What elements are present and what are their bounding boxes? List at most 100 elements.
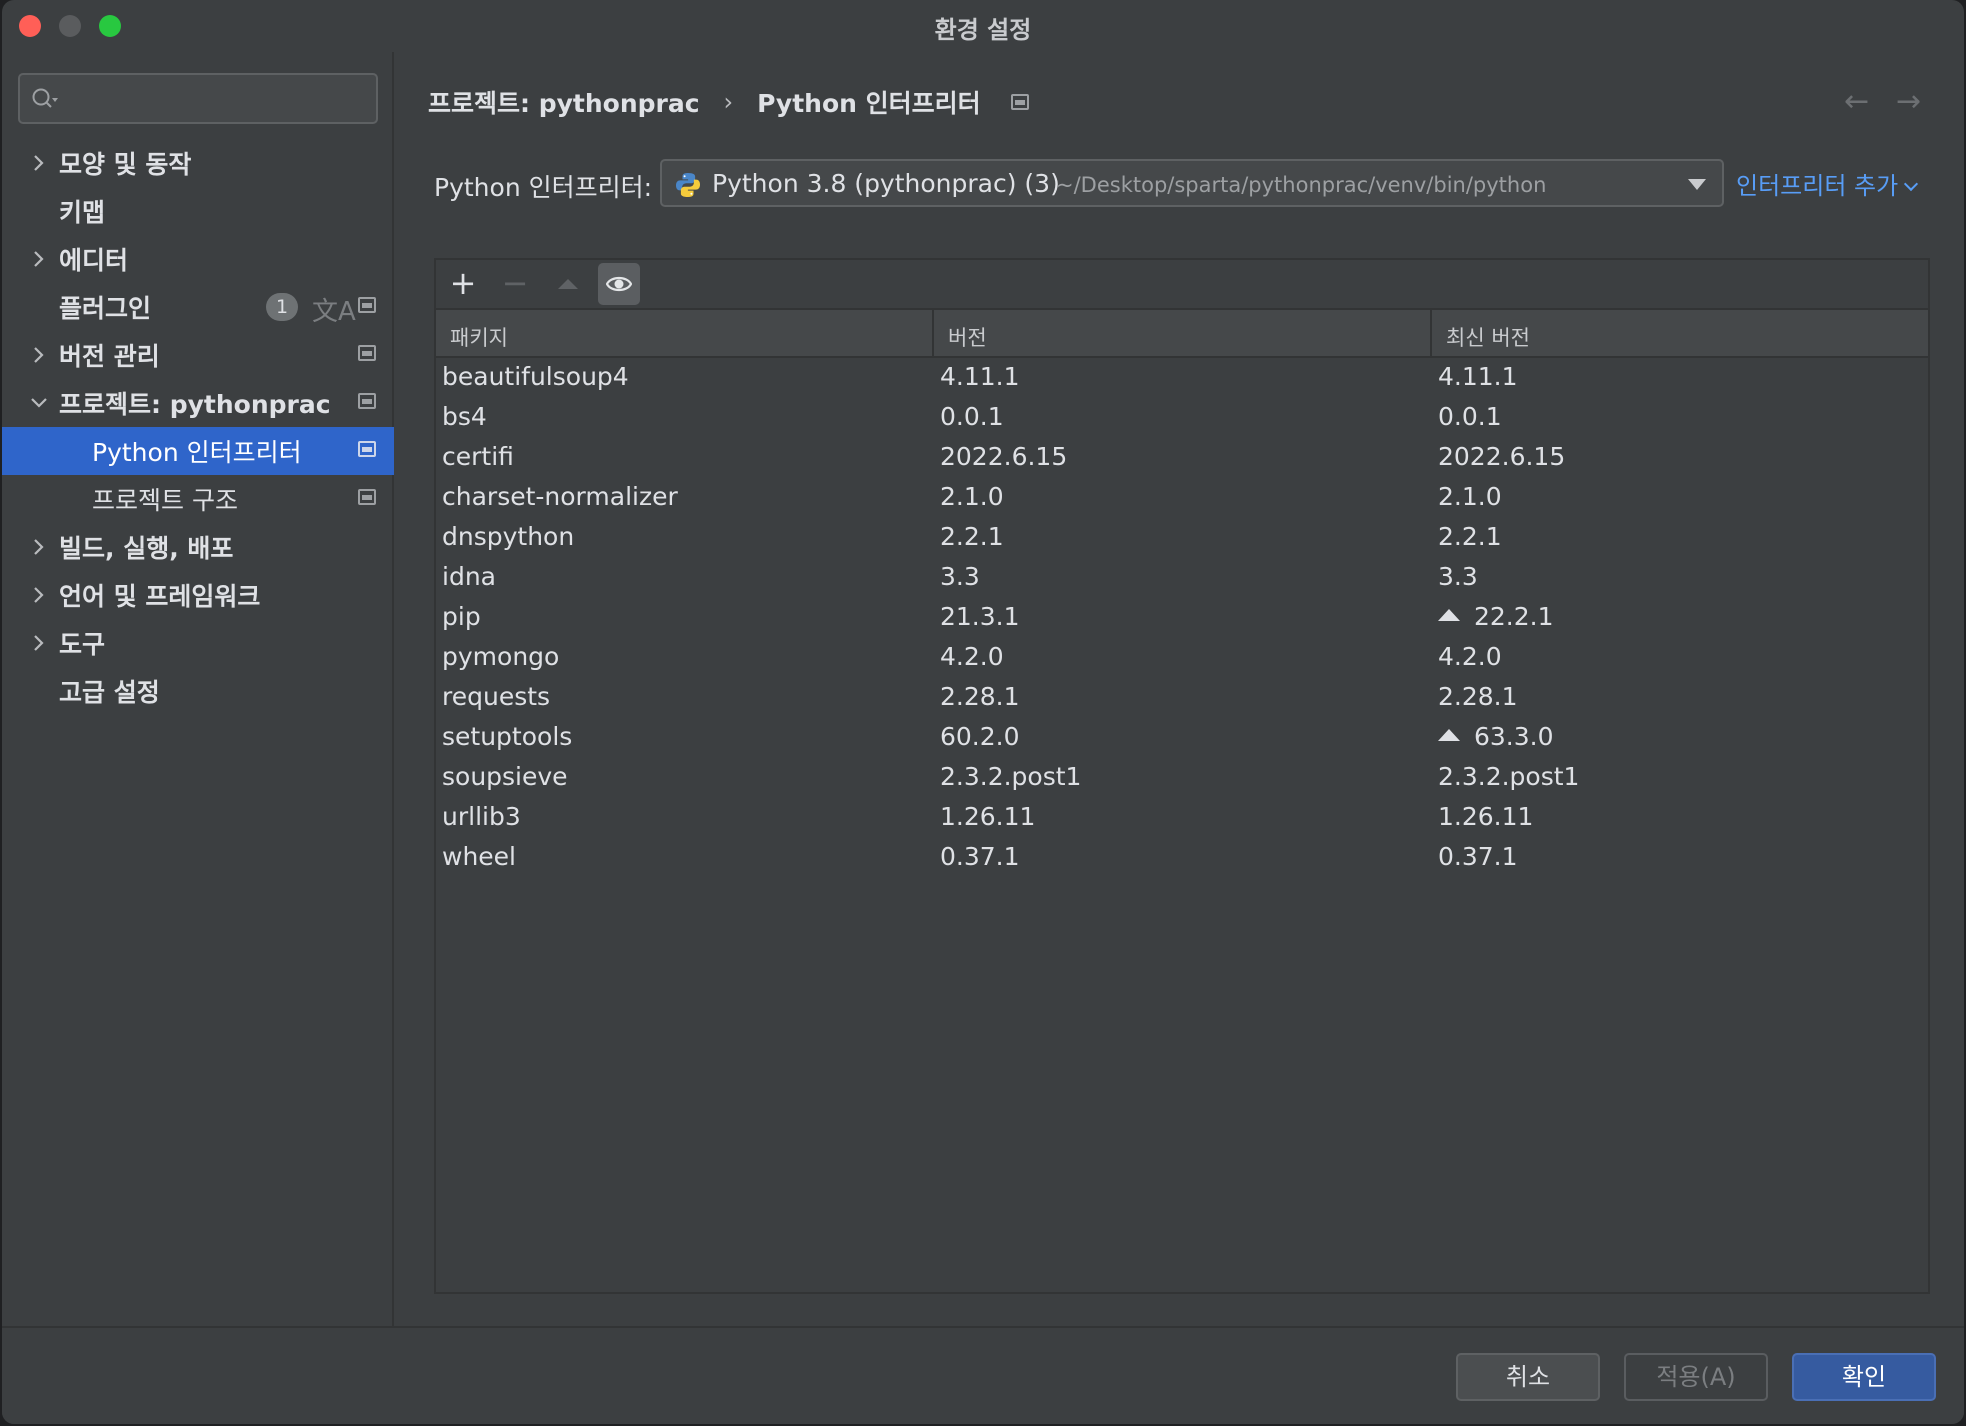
package-version-cell: 0.0.1 — [940, 402, 1004, 431]
package-version-cell-text: 0.37.1 — [940, 842, 1020, 871]
package-name-cell-text: charset-normalizer — [442, 482, 678, 511]
sidebar-item-editor[interactable]: 에디터 — [2, 235, 394, 283]
package-version-cell: 4.11.1 — [940, 362, 1020, 391]
sidebar-item-languages[interactable]: 언어 및 프레임워크 — [2, 571, 394, 619]
sidebar-item-build[interactable]: 빌드, 실행, 배포 — [2, 523, 394, 571]
package-version-cell: 2022.6.15 — [940, 442, 1067, 471]
chevron-down-icon — [31, 398, 47, 408]
project-settings-icon — [358, 441, 376, 457]
table-row[interactable]: charset-normalizer 2.1.0 2.1.0 — [436, 478, 1928, 518]
package-version-cell-text: 4.2.0 — [940, 642, 1004, 671]
package-latest-cell: 63.3.0 — [1438, 722, 1554, 751]
package-name-cell: urllib3 — [442, 802, 521, 831]
title-bar: 환경 설정 — [2, 0, 1964, 52]
table-row[interactable]: bs4 0.0.1 0.0.1 — [436, 398, 1928, 438]
package-version-cell: 3.3 — [940, 562, 980, 591]
sidebar-item-project[interactable]: 프로젝트: pythonprac — [2, 379, 394, 427]
sidebar-item-plugins[interactable]: 플러그인 1 文A — [2, 283, 394, 331]
sidebar-item-advanced[interactable]: 고급 설정 — [2, 667, 394, 715]
package-latest-cell-text: 4.11.1 — [1438, 362, 1518, 391]
sidebar-item-label: 모양 및 동작 — [59, 150, 192, 179]
package-name-cell-text: idna — [442, 562, 496, 591]
table-row[interactable]: beautifulsoup4 4.11.1 4.11.1 — [436, 358, 1928, 398]
table-row[interactable]: dnspython 2.2.1 2.2.1 — [436, 518, 1928, 558]
package-version-cell-text: 21.3.1 — [940, 602, 1020, 631]
sidebar-item-project-structure[interactable]: 프로젝트 구조 — [2, 475, 394, 523]
column-divider[interactable] — [932, 310, 934, 358]
sidebar-item-appearance[interactable]: 모양 및 동작 — [2, 139, 394, 187]
sidebar-item-version-control[interactable]: 버전 관리 — [2, 331, 394, 379]
table-row[interactable]: idna 3.3 3.3 — [436, 558, 1928, 598]
sidebar-item-label: 키맵 — [59, 198, 106, 227]
preferences-window: 환경 설정 모양 및 동작 키맵 에디터 플러그인 1 文A 버전 관리 프로젝… — [2, 0, 1964, 1424]
column-header-package[interactable]: 패키지 — [450, 322, 508, 352]
sidebar-item-keymap[interactable]: 키맵 — [2, 187, 394, 235]
packages-panel: + − 패키지 버전 최신 버전 beautifulsoup4 4.11.1 4.1… — [434, 258, 1930, 1294]
table-row[interactable]: wheel 0.37.1 0.37.1 — [436, 838, 1928, 878]
package-name-cell-text: bs4 — [442, 402, 487, 431]
table-row[interactable]: urllib3 1.26.11 1.26.11 — [436, 798, 1928, 838]
show-early-releases-toggle[interactable] — [598, 263, 640, 305]
back-arrow-icon[interactable]: ← — [1844, 84, 1869, 119]
sidebar-item-python-interpreter[interactable]: Python 인터프리터 — [2, 427, 394, 475]
package-name-cell: certifi — [442, 442, 514, 471]
ok-button[interactable]: 확인 — [1792, 1353, 1936, 1401]
remove-package-button[interactable]: − — [494, 263, 536, 305]
sidebar-item-label: 버전 관리 — [59, 342, 160, 371]
package-latest-cell-text: 2.3.2.post1 — [1438, 762, 1580, 791]
package-latest-cell-text: 1.26.11 — [1438, 802, 1534, 831]
package-version-cell: 2.2.1 — [940, 522, 1004, 551]
table-row[interactable]: certifi 2022.6.15 2022.6.15 — [436, 438, 1928, 478]
table-row[interactable]: requests 2.28.1 2.28.1 — [436, 678, 1928, 718]
package-latest-cell-text: 4.2.0 — [1438, 642, 1502, 671]
add-package-button[interactable]: + — [442, 263, 484, 305]
package-latest-cell-text: 3.3 — [1438, 562, 1478, 591]
package-name-cell: bs4 — [442, 402, 487, 431]
apply-button[interactable]: 적용(A) — [1624, 1353, 1768, 1401]
package-latest-cell: 2.2.1 — [1438, 522, 1502, 551]
package-latest-cell: 22.2.1 — [1438, 602, 1554, 631]
package-name-cell-text: pip — [442, 602, 481, 631]
project-settings-icon — [358, 297, 376, 313]
cancel-button[interactable]: 취소 — [1456, 1353, 1600, 1401]
package-version-cell-text: 2022.6.15 — [940, 442, 1068, 471]
forward-arrow-icon[interactable]: → — [1896, 84, 1921, 119]
package-version-cell: 2.28.1 — [940, 682, 1020, 711]
package-name-cell: requests — [442, 682, 550, 711]
package-version-cell: 0.37.1 — [940, 842, 1020, 871]
sidebar-item-label: 에디터 — [59, 246, 129, 275]
package-name-cell-text: wheel — [442, 842, 516, 871]
project-settings-icon — [1010, 94, 1029, 110]
add-interpreter-link[interactable]: 인터프리터 추가 — [1736, 166, 1919, 201]
packages-table-body: beautifulsoup4 4.11.1 4.11.1 bs4 0.0.1 0.0.1 c… — [436, 358, 1928, 878]
settings-tree: 모양 및 동작 키맵 에디터 플러그인 1 文A 버전 관리 프로젝트: pyt… — [2, 139, 394, 715]
package-version-cell-text: 2.3.2.post1 — [940, 762, 1082, 791]
sidebar-item-label: 고급 설정 — [59, 678, 160, 707]
package-version-cell-text: 1.26.11 — [940, 802, 1036, 831]
upgrade-package-button[interactable] — [546, 263, 588, 305]
interpreter-select[interactable]: Python 3.8 (pythonprac) (3) ~/Desktop/sp… — [660, 159, 1724, 207]
package-version-cell-text: 2.2.1 — [940, 522, 1004, 551]
window-title: 환경 설정 — [934, 16, 1032, 44]
sidebar-item-label: Python 인터프리터 — [92, 438, 302, 467]
package-name-cell: charset-normalizer — [442, 482, 678, 511]
package-name-cell-text: requests — [442, 682, 551, 711]
package-latest-cell: 2.3.2.post1 — [1438, 762, 1579, 791]
sidebar-item-label: 언어 및 프레임워크 — [59, 582, 261, 611]
chevron-right-icon — [34, 587, 44, 603]
package-version-cell-text: 4.11.1 — [940, 362, 1020, 391]
table-row[interactable]: pip 21.3.1 22.2.1 — [436, 598, 1928, 638]
package-latest-cell: 4.2.0 — [1438, 642, 1502, 671]
column-divider[interactable] — [1430, 310, 1432, 358]
table-row[interactable]: pymongo 4.2.0 4.2.0 — [436, 638, 1928, 678]
project-settings-icon — [358, 345, 376, 361]
sidebar-item-tools[interactable]: 도구 — [2, 619, 394, 667]
settings-search-input[interactable] — [18, 73, 378, 124]
package-version-cell: 21.3.1 — [940, 602, 1020, 631]
table-row[interactable]: setuptools 60.2.0 63.3.0 — [436, 718, 1928, 758]
column-header-version[interactable]: 버전 — [948, 322, 987, 352]
column-header-latest-version[interactable]: 최신 버전 — [1446, 322, 1530, 352]
table-row[interactable]: soupsieve 2.3.2.post1 2.3.2.post1 — [436, 758, 1928, 798]
project-settings-icon — [358, 393, 376, 409]
package-name-cell: pip — [442, 602, 481, 631]
